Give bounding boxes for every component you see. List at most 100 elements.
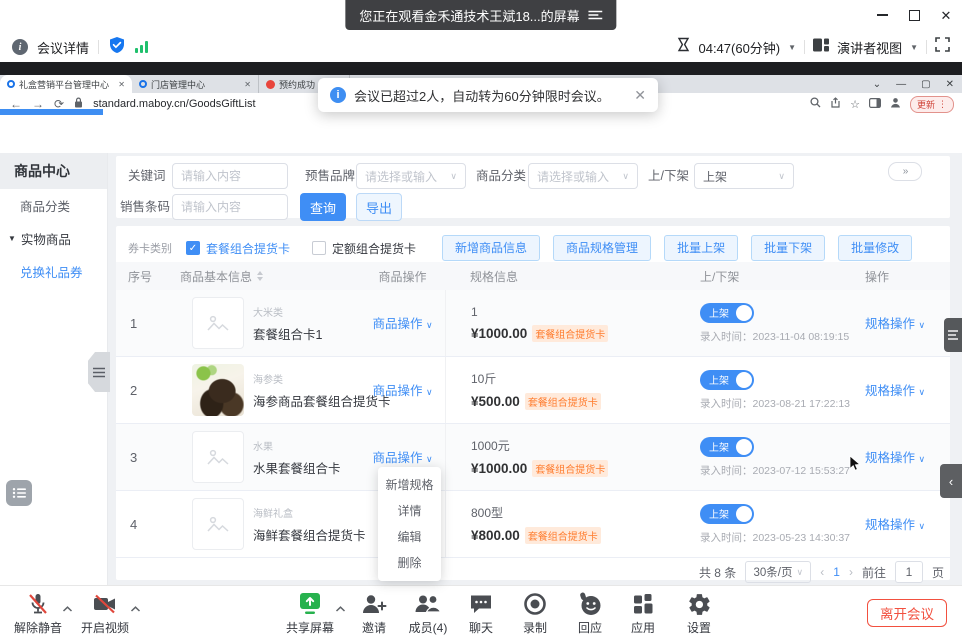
tab-favicon	[266, 80, 275, 89]
shared-screen-top-strip	[0, 62, 962, 75]
table-header: 序号 商品基本信息 商品操作 规格信息 上/下架 操作	[116, 262, 950, 290]
on-shelf-toggle[interactable]: 上架	[700, 303, 754, 323]
invite-button[interactable]: 邀请	[344, 591, 404, 636]
minimize-button[interactable]	[866, 0, 898, 30]
menu-item-edit[interactable]: 编辑	[378, 524, 441, 550]
batch-off-shelf-button[interactable]: 批量下架	[751, 235, 825, 261]
security-shield-icon[interactable]	[108, 36, 126, 59]
combo-card-label[interactable]: 套餐组合提货卡	[206, 240, 290, 257]
record-button[interactable]: 录制	[505, 591, 565, 636]
reactions-button[interactable]: 回应	[560, 591, 620, 636]
settings-button[interactable]: 设置	[669, 591, 729, 636]
goto-page-input[interactable]	[895, 561, 923, 583]
chat-button[interactable]: 聊天	[451, 591, 511, 636]
timer-caret-icon[interactable]: ▼	[788, 43, 796, 52]
sort-icon[interactable]	[256, 270, 264, 282]
menu-item-delete[interactable]: 删除	[378, 550, 441, 576]
browser-tab-store-admin[interactable]: 门店管理中心 ✕	[132, 75, 259, 93]
leave-meeting-button[interactable]: 离开会议	[867, 599, 947, 627]
view-mode-selector[interactable]: 演讲者视图	[837, 38, 902, 57]
mic-options-caret[interactable]	[62, 600, 73, 618]
side-collapse-tab[interactable]: ‹	[940, 464, 962, 498]
menu-item-details[interactable]: 详情	[378, 498, 441, 524]
video-options-caret[interactable]	[130, 600, 141, 618]
spec-operation-link[interactable]: 规格操作 ∨	[865, 451, 925, 465]
chevron-down-icon: ∨	[426, 454, 433, 464]
unmute-button[interactable]: 解除静音	[8, 591, 68, 636]
meeting-app-window: 您正在观看金禾通技术王斌18...的屏幕 ✕ i 会议详情 04:47(60分钟…	[0, 0, 962, 642]
network-signal-icon[interactable]	[135, 41, 148, 53]
maximize-button[interactable]	[898, 0, 930, 30]
tab-close-icon[interactable]: ✕	[118, 80, 125, 89]
view-caret-icon[interactable]: ▼	[910, 43, 918, 52]
bookmark-star-icon[interactable]: ☆	[850, 98, 860, 111]
goods-operation-link[interactable]: 商品操作 ∨	[372, 384, 432, 398]
batch-on-shelf-button[interactable]: 批量上架	[664, 235, 738, 261]
goods-table-panel: 券卡类别 ✓ 套餐组合提货卡 定额组合提货卡 新增商品信息 商品规格管理 批量上…	[116, 226, 950, 580]
divider	[98, 40, 99, 54]
side-panel-icon[interactable]	[869, 95, 881, 113]
members-button[interactable]: 成员(4)	[398, 591, 458, 636]
share-screen-button[interactable]: 共享屏幕	[280, 591, 340, 636]
table-toolbar: 券卡类别 ✓ 套餐组合提货卡 定额组合提货卡 新增商品信息 商品规格管理 批量上…	[128, 234, 912, 262]
goods-operation-link[interactable]: 商品操作 ∨	[372, 317, 432, 331]
total-count: 共 8 条	[699, 564, 736, 581]
tab-close-icon[interactable]: ✕	[244, 80, 251, 89]
close-button[interactable]: ✕	[930, 0, 962, 30]
on-shelf-toggle[interactable]: 上架	[700, 437, 754, 457]
apps-button[interactable]: 应用	[613, 591, 673, 636]
sidebar-item-gift-voucher[interactable]: 兑换礼品券	[0, 255, 107, 288]
spec-manage-button[interactable]: 商品规格管理	[553, 235, 651, 261]
meeting-details-link[interactable]: 会议详情	[37, 38, 89, 57]
shelf-status-select[interactable]: 上架∨	[694, 163, 794, 189]
share-icon[interactable]	[830, 95, 841, 113]
side-flag-tab[interactable]	[944, 318, 962, 352]
spec-operation-link[interactable]: 规格操作 ∨	[865, 317, 925, 331]
menu-item-add-spec[interactable]: 新增规格	[378, 472, 441, 498]
remote-close-icon[interactable]: ✕	[946, 79, 954, 90]
filter-collapse-button[interactable]: »	[888, 162, 922, 181]
meeting-info-icon[interactable]: i	[12, 39, 28, 55]
address-input[interactable]: standard.maboy.cn/GoodsGiftList	[93, 98, 255, 110]
profile-icon[interactable]	[890, 95, 901, 113]
remote-minimize-icon[interactable]: —	[896, 79, 906, 90]
browser-update-button[interactable]: 更新⋮	[910, 96, 954, 113]
toast-close-icon[interactable]: ✕	[634, 87, 646, 104]
brand-select[interactable]: 请选择或输入∨	[356, 163, 466, 189]
export-button[interactable]: 导出	[356, 193, 402, 221]
tab-favicon	[7, 80, 15, 88]
start-video-button[interactable]: 开启视频	[75, 591, 135, 636]
checkbox-fixed-card-unchecked[interactable]	[312, 241, 326, 255]
spec-operation-link[interactable]: 规格操作 ∨	[865, 384, 925, 398]
invite-person-icon	[360, 591, 388, 617]
zoom-icon[interactable]	[810, 95, 821, 113]
fullscreen-icon[interactable]	[935, 37, 950, 57]
browser-tab-gift-admin[interactable]: 礼盒营销平台管理中心 ✕	[0, 75, 132, 93]
sidebar-item-physical-goods[interactable]: ▼ 实物商品	[0, 222, 107, 255]
search-button[interactable]: 查询	[300, 193, 346, 221]
annotation-widget[interactable]	[6, 480, 32, 506]
next-page-button[interactable]: ›	[849, 565, 853, 579]
goods-operation-link-open[interactable]: 商品操作 ∨	[372, 451, 432, 465]
more-dots-icon: ⋮	[938, 99, 947, 110]
sidebar-collapse-handle[interactable]	[88, 352, 110, 392]
sidebar-header: 商品中心	[0, 153, 107, 189]
page-size-select[interactable]: 30条/页∨	[745, 561, 811, 583]
pagination: 共 8 条 30条/页∨ ‹ 1 › 前往 页	[699, 560, 944, 584]
batch-edit-button[interactable]: 批量修改	[838, 235, 912, 261]
remote-dropdown-icon[interactable]: ⌄	[873, 79, 881, 90]
on-shelf-toggle[interactable]: 上架	[700, 504, 754, 524]
fixed-card-label[interactable]: 定额组合提货卡	[332, 240, 416, 257]
add-goods-button[interactable]: 新增商品信息	[442, 235, 540, 261]
on-shelf-toggle[interactable]: 上架	[700, 370, 754, 390]
prev-page-button[interactable]: ‹	[820, 565, 824, 579]
product-image-placeholder	[192, 431, 244, 483]
checkbox-combo-card-checked[interactable]: ✓	[186, 241, 200, 255]
category-select[interactable]: 请选择或输入∨	[528, 163, 638, 189]
banner-menu-icon[interactable]	[589, 8, 603, 23]
barcode-input[interactable]	[172, 194, 288, 220]
keyword-input[interactable]	[172, 163, 288, 189]
spec-operation-link[interactable]: 规格操作 ∨	[865, 518, 925, 532]
sidebar-item-goods-category[interactable]: 商品分类	[0, 189, 107, 222]
remote-maximize-icon[interactable]: ▢	[921, 79, 930, 90]
